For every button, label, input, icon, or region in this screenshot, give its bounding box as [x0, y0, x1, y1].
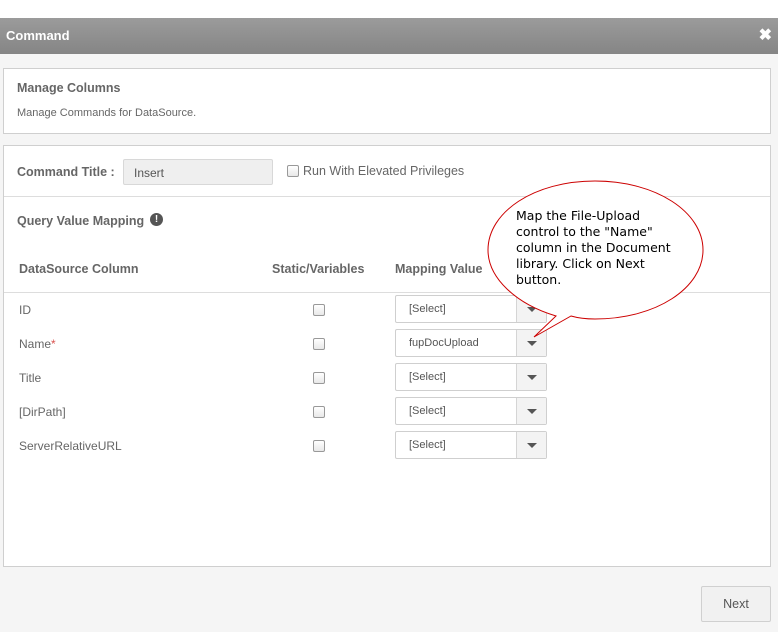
- manage-columns-heading: Manage Columns: [17, 81, 121, 95]
- dropdown-button[interactable]: [516, 398, 546, 424]
- mapping-value-select[interactable]: [Select]: [395, 363, 547, 391]
- table-row: [DirPath] [Select]: [4, 397, 770, 427]
- chevron-down-icon: [527, 341, 537, 346]
- header-static-variables: Static/Variables: [272, 262, 365, 276]
- static-variable-checkbox[interactable]: [313, 372, 325, 384]
- column-name: Name*: [19, 337, 56, 351]
- static-variable-checkbox[interactable]: [313, 406, 325, 418]
- mapping-value: [Select]: [409, 303, 446, 315]
- command-title-field[interactable]: Insert: [123, 159, 273, 185]
- table-row: ServerRelativeURL [Select]: [4, 431, 770, 461]
- close-icon[interactable]: ✖: [759, 25, 772, 45]
- chevron-down-icon: [527, 409, 537, 414]
- dropdown-button[interactable]: [516, 364, 546, 390]
- elevated-privileges-checkbox[interactable]: [287, 165, 299, 177]
- chevron-down-icon: [527, 375, 537, 380]
- header-mapping-value: Mapping Value: [395, 262, 483, 276]
- mapping-value: [Select]: [409, 405, 446, 417]
- column-name: ID: [19, 303, 31, 317]
- dialog-body: Manage Columns Manage Commands for DataS…: [0, 54, 778, 632]
- column-name: Title: [19, 371, 42, 385]
- column-name: ServerRelativeURL: [19, 439, 122, 453]
- mapping-value: [Select]: [409, 439, 446, 451]
- dialog-titlebar: Command ✖: [0, 18, 778, 54]
- command-title-label: Command Title :: [17, 165, 115, 179]
- info-icon[interactable]: !: [150, 213, 163, 226]
- elevated-privileges-label: Run With Elevated Privileges: [303, 164, 465, 178]
- dropdown-button[interactable]: [516, 432, 546, 458]
- next-button[interactable]: Next: [701, 586, 771, 622]
- mapping-value-select[interactable]: [Select]: [395, 431, 547, 459]
- callout-text: Map the File-Upload control to the "Name…: [516, 208, 671, 287]
- mapping-value: [Select]: [409, 371, 446, 383]
- dialog-title: Command: [6, 28, 70, 43]
- manage-columns-description: Manage Commands for DataSource.: [17, 107, 197, 119]
- mapping-value-select[interactable]: [Select]: [395, 397, 547, 425]
- table-row: Title [Select]: [4, 363, 770, 393]
- manage-columns-panel: Manage Columns Manage Commands for DataS…: [3, 68, 771, 134]
- static-variable-checkbox[interactable]: [313, 440, 325, 452]
- chevron-down-icon: [527, 443, 537, 448]
- column-name: [DirPath]: [19, 405, 66, 419]
- required-marker: *: [51, 337, 56, 351]
- query-value-mapping-heading: Query Value Mapping: [17, 214, 145, 228]
- header-datasource-column: DataSource Column: [19, 262, 139, 276]
- static-variable-checkbox[interactable]: [313, 304, 325, 316]
- static-variable-checkbox[interactable]: [313, 338, 325, 350]
- mapping-value: fupDocUpload: [409, 337, 479, 349]
